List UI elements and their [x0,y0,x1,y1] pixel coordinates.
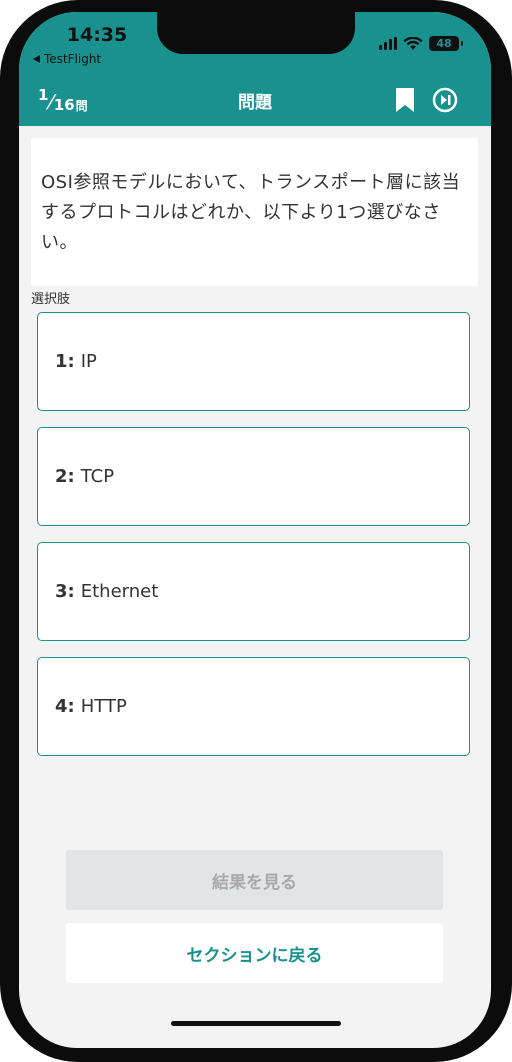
wifi-icon [403,36,423,50]
app-screen: 14:35 TestFlight 48 1 ⁄ 16 問 問題 OSI参照モデル… [19,12,491,1048]
back-arrow-icon [33,55,40,63]
home-indicator[interactable] [171,1021,341,1026]
choice-label: TCP [80,466,115,487]
question-text: OSI参照モデルにおいて、トランスポート層に該当するプロトコルはどれか、以下より… [41,172,461,253]
mute-switch [0,140,6,174]
question-counter: 1 ⁄ 16 問 [38,86,88,114]
choice-label: IP [80,351,97,372]
choice-label: HTTP [80,696,127,717]
power-button [506,235,512,335]
choice-number: 2: [55,466,75,487]
choice-number: 1: [55,351,75,372]
camera-notch [157,12,355,54]
back-to-app-link[interactable]: TestFlight [33,52,101,66]
question-card: OSI参照モデルにおいて、トランスポート層に該当するプロトコルはどれか、以下より… [31,138,478,286]
counter-slash: ⁄ [49,90,53,114]
choice-option-2[interactable]: 2: TCP [37,427,470,526]
app-header: 14:35 TestFlight 48 1 ⁄ 16 問 問題 [19,12,491,126]
battery-level: 48 [436,37,452,50]
view-results-button[interactable]: 結果を見る [66,850,443,910]
status-time: 14:35 [66,24,128,46]
choice-number: 4: [55,696,75,717]
choice-option-1[interactable]: 1: IP [37,312,470,411]
volume-down-button [0,275,6,335]
volume-up-button [0,200,6,260]
page-title: 問題 [238,93,272,113]
choice-option-4[interactable]: 4: HTTP [37,657,470,756]
choices-label: 選択肢 [31,292,71,307]
choice-option-3[interactable]: 3: Ethernet [37,542,470,641]
counter-unit: 問 [75,99,88,113]
choice-label: Ethernet [80,581,159,602]
battery-icon: 48 [429,36,463,51]
total-questions: 16 [53,96,75,114]
back-to-section-button[interactable]: セクションに戻る [66,923,443,983]
back-app-label: TestFlight [44,52,102,66]
cellular-signal-icon [379,37,397,50]
skip-forward-icon[interactable] [432,87,458,113]
choice-number: 3: [55,581,75,602]
current-question-number: 1 [38,86,49,104]
bookmark-icon[interactable] [394,88,416,112]
status-icons: 48 [379,36,463,51]
